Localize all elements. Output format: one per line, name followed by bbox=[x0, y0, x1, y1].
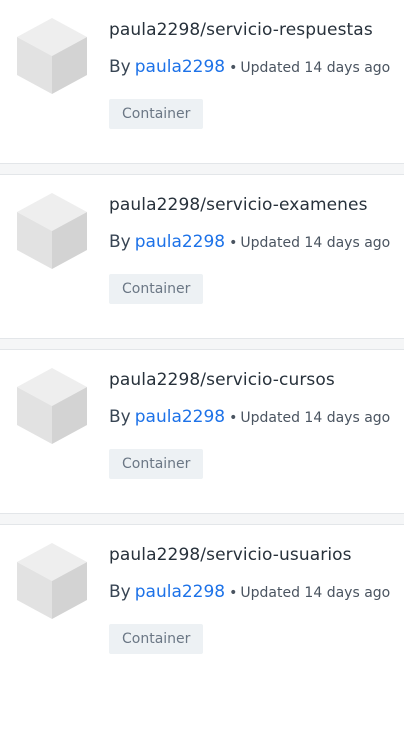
author-link[interactable]: paula2298 bbox=[135, 407, 225, 427]
updated-text: Updated 14 days ago bbox=[240, 585, 391, 601]
container-badge: Container bbox=[109, 99, 204, 129]
cube-icon bbox=[17, 18, 87, 94]
repository-meta: By paula2298 • Updated 14 days ago bbox=[109, 57, 390, 77]
meta-separator: • bbox=[229, 585, 238, 601]
repository-list: paula2298/servicio-respuestas By paula229… bbox=[0, 0, 404, 688]
container-badge: Container bbox=[109, 274, 204, 304]
meta-separator: • bbox=[229, 60, 238, 76]
updated-text: Updated 14 days ago bbox=[240, 410, 391, 426]
repository-title[interactable]: paula2298/servicio-examenes bbox=[109, 195, 368, 215]
by-label: By bbox=[109, 232, 131, 252]
repository-card[interactable]: paula2298/servicio-examenes By paula2298 •… bbox=[0, 175, 404, 338]
repository-card[interactable]: paula2298/servicio-usuarios By paula2298 •… bbox=[0, 525, 404, 688]
repository-meta: By paula2298 • Updated 14 days ago bbox=[109, 232, 390, 252]
container-badge: Container bbox=[109, 624, 204, 654]
repository-card[interactable]: paula2298/servicio-cursos By paula2298 • Up… bbox=[0, 350, 404, 513]
cube-icon bbox=[17, 368, 87, 444]
repository-title[interactable]: paula2298/servicio-cursos bbox=[109, 370, 335, 390]
author-link[interactable]: paula2298 bbox=[135, 232, 225, 252]
by-label: By bbox=[109, 582, 131, 602]
repository-card[interactable]: paula2298/servicio-respuestas By paula229… bbox=[0, 0, 404, 163]
repository-meta: By paula2298 • Updated 14 days ago bbox=[109, 582, 390, 602]
card-divider bbox=[0, 338, 404, 350]
card-divider bbox=[0, 513, 404, 525]
card-divider bbox=[0, 163, 404, 175]
cube-icon bbox=[17, 543, 87, 619]
cube-icon bbox=[17, 193, 87, 269]
repository-meta: By paula2298 • Updated 14 days ago bbox=[109, 407, 390, 427]
author-link[interactable]: paula2298 bbox=[135, 582, 225, 602]
author-link[interactable]: paula2298 bbox=[135, 57, 225, 77]
meta-separator: • bbox=[229, 410, 238, 426]
by-label: By bbox=[109, 407, 131, 427]
repository-title[interactable]: paula2298/servicio-respuestas bbox=[109, 20, 373, 40]
updated-text: Updated 14 days ago bbox=[240, 235, 391, 251]
by-label: By bbox=[109, 57, 131, 77]
meta-separator: • bbox=[229, 235, 238, 251]
repository-title[interactable]: paula2298/servicio-usuarios bbox=[109, 545, 352, 565]
updated-text: Updated 14 days ago bbox=[240, 60, 391, 76]
container-badge: Container bbox=[109, 449, 204, 479]
